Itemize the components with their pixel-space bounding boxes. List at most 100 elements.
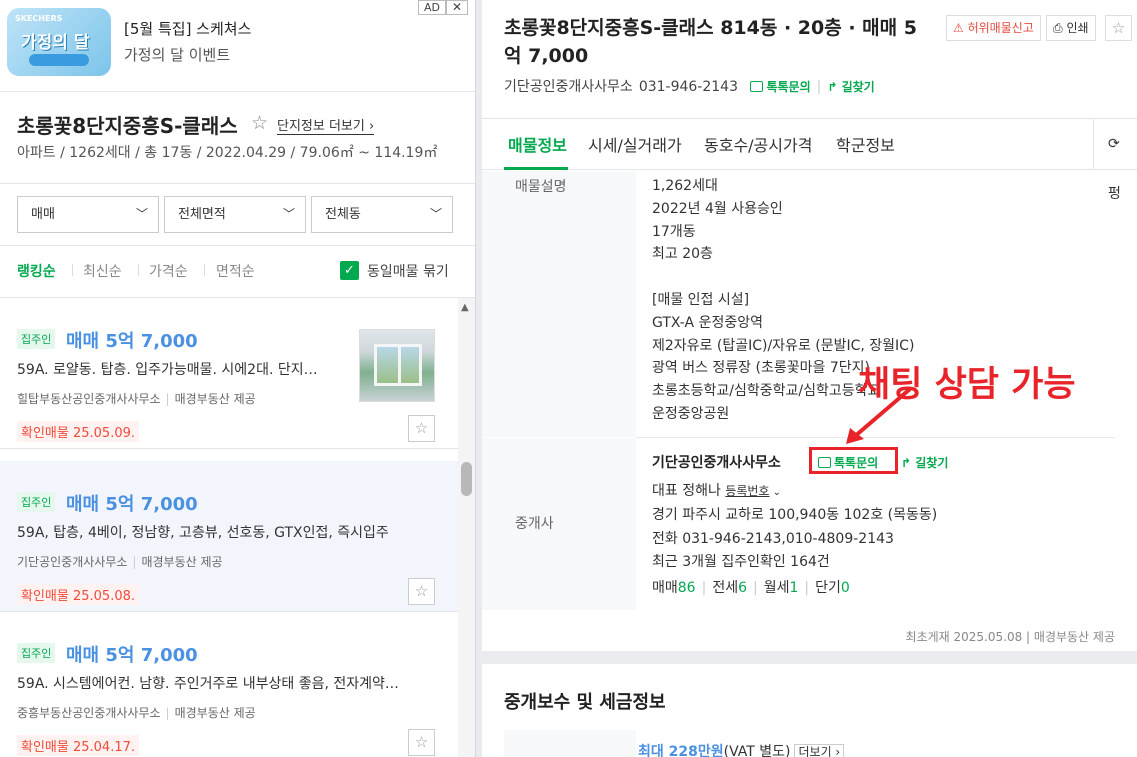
list-item[interactable]: 집주인 매매 5억 7,000 59A, 탑층, 4베이, 정남향, 고층뷰, … (0, 461, 458, 612)
sort-price[interactable]: 가격순 (149, 261, 188, 281)
annotation-arrow-icon (846, 387, 912, 444)
detail-body: 매물설명 1,262세대 2022년 4월 사용승인 17개동 최고 20층 [… (482, 171, 1137, 651)
favorite-star-icon[interactable]: ☆ (251, 112, 268, 134)
chevron-down-icon: ﹀ (135, 207, 148, 221)
listing-desc: 59A. 시스템에어컨. 남향. 주인거주로 내부상태 좋음, 전자계약… (17, 676, 399, 692)
chat-icon (750, 81, 764, 92)
listing-agency: 중흥부동산공인중개사사무소 | 매경부동산 제공 (17, 706, 256, 720)
tab-unit-price[interactable]: 동호수/공시가격 (704, 132, 812, 156)
fee-label (504, 730, 636, 757)
fee-value: 최대 228만원(VAT 별도) 더보기 › (638, 741, 845, 757)
list-item[interactable]: 집주인 매매 5억 7,000 59A. 시스템에어컨. 남향. 주인거주로 내… (0, 612, 458, 757)
sort-latest[interactable]: 최신순 (83, 261, 122, 281)
favorite-star-icon[interactable]: ☆ (1105, 15, 1132, 41)
list-scrollbar[interactable]: ▲ (458, 298, 475, 757)
active-tab-indicator (504, 167, 568, 170)
first-posted-note: 최초게재 2025.05.08 | 매경부동산 제공 (905, 630, 1115, 644)
siren-icon: ⚠ (953, 21, 964, 35)
ad-subtitle[interactable]: 가정의 달 이벤트 (124, 44, 230, 65)
refresh-button[interactable]: ⟳ 펑 (1093, 119, 1137, 202)
chevron-down-icon: ﹀ (282, 207, 295, 221)
sort-area[interactable]: 면적순 (216, 261, 255, 281)
divider (138, 264, 139, 276)
tab-price-history[interactable]: 시세/실거래가 (588, 132, 682, 156)
ad-label: AD (418, 0, 446, 15)
fee-section-title: 중개보수 및 세금정보 (504, 692, 666, 713)
building-select[interactable]: 전체동 ﹀ (311, 196, 453, 233)
complex-header: 초롱꽃8단지중흥S-클래스 ☆ 단지정보 더보기 › 아파트 / 1262세대 … (0, 92, 475, 184)
arrow-icon: ↱ (901, 456, 912, 470)
listing-photo[interactable] (359, 329, 435, 402)
favorite-star-icon[interactable]: ☆ (408, 415, 435, 442)
divider (204, 264, 205, 276)
agent-directions-link[interactable]: ↱ 길찾기 (901, 454, 948, 471)
agent-rep: 대표 정해나 등록번호 ⌄ (652, 483, 782, 499)
fee-more-button[interactable]: 더보기 › (794, 744, 845, 757)
favorite-star-icon[interactable]: ☆ (408, 729, 435, 756)
favorite-star-icon[interactable]: ☆ (408, 578, 435, 605)
owner-badge: 집주인 (17, 643, 56, 663)
listing-panel: SKECHERS 가정의 달 [5월 특집] 스케쳐스 가정의 달 이벤트 AD… (0, 0, 475, 757)
ad-close-button[interactable]: ✕ (446, 0, 468, 15)
talk-button[interactable]: 톡톡문의 (750, 80, 811, 94)
ad-thumbnail[interactable]: SKECHERS 가정의 달 (7, 8, 111, 76)
detail-tabs: 매물정보 시세/실거래가 동호수/공시가격 학군정보 ⟳ 펑 (482, 118, 1137, 202)
section-gap (482, 651, 1137, 664)
owner-badge: 집주인 (17, 492, 56, 512)
agent-recent: 최근 3개월 집주인확인 164건 (652, 554, 830, 570)
confirm-badge: 확인매물 25.04.17. (17, 735, 139, 756)
listing-price: 매매 5억 7,000 (66, 331, 198, 352)
office-phone[interactable]: 031-946-2143 (639, 79, 738, 95)
office-line: 기단공인중개사사무소 031-946-2143 톡톡문의 | ↱ 길찾기 (504, 79, 875, 95)
scroll-thumb[interactable] (461, 462, 472, 496)
print-icon: ⎙ (1053, 21, 1063, 35)
agent-phone: 전화 031-946-2143,010-4809-2143 (652, 531, 894, 547)
chevron-down-icon: ﹀ (429, 207, 442, 221)
tab-listing-info[interactable]: 매물정보 (508, 132, 567, 156)
refresh-icon: ⟳ (1108, 136, 1120, 152)
tab-school[interactable]: 학군정보 (836, 132, 895, 156)
area-select[interactable]: 전체면적 ﹀ (164, 196, 306, 233)
ad-thumb-ribbon (29, 54, 89, 66)
office-name: 기단공인중개사사무소 (504, 79, 633, 95)
trade-type-select[interactable]: 매매 ﹀ (17, 196, 159, 233)
listing-list: 집주인 매매 5억 7,000 59A. 로얄동. 탑층. 입주가능매물. 시에… (0, 298, 458, 757)
arrow-icon: ↱ (827, 80, 838, 94)
group-same-label[interactable]: 동일매물 묶기 (367, 261, 449, 281)
agent-name: 기단공인중개사사무소 (652, 455, 781, 471)
complex-info: 아파트 / 1262세대 / 총 17동 / 2022.04.29 / 79.0… (17, 145, 438, 161)
sort-ranking[interactable]: 랭킹순 (17, 261, 56, 281)
ad-title[interactable]: [5월 특집] 스케쳐스 (124, 18, 251, 39)
directions-link[interactable]: ↱ 길찾기 (827, 80, 874, 94)
confirm-badge: 확인매물 25.05.08. (17, 584, 139, 605)
panel-divider[interactable] (475, 0, 482, 757)
ad-thumb-title: 가정의 달 (21, 33, 90, 53)
report-button[interactable]: ⚠ 허위매물신고 (946, 15, 1041, 41)
listing-desc: 59A, 탑층, 4베이, 정남향, 고층뷰, 선호동, GTX인접, 즉시입주 (17, 525, 389, 541)
agent-label: 중개사 (482, 438, 636, 610)
desc-label: 매물설명 (482, 171, 636, 437)
owner-badge: 집주인 (17, 329, 56, 349)
agent-address: 경기 파주시 교하로 100,940동 102호 (목동동) (652, 507, 938, 523)
listing-price: 매매 5억 7,000 (66, 494, 198, 515)
ad-banner[interactable]: SKECHERS 가정의 달 [5월 특집] 스케쳐스 가정의 달 이벤트 AD… (0, 0, 475, 92)
chevron-down-icon: ⌄ (769, 487, 782, 498)
detail-title: 초롱꽃8단지중흥S-클래스 814동 · 20층 · 매매 5억 7,000 (504, 17, 917, 67)
annotation-highlight-box (809, 447, 898, 474)
listing-agency: 기단공인중개사사무소 | 매경부동산 제공 (17, 555, 223, 569)
listing-price: 매매 5억 7,000 (66, 645, 198, 666)
complex-name: 초롱꽃8단지중흥S-클래스 (17, 114, 238, 138)
filter-bar: 매매 ﹀ 전체면적 ﹀ 전체동 ﹀ (0, 184, 475, 246)
ad-thumb-brand: SKECHERS (15, 14, 63, 23)
sort-bar: 랭킹순 최신순 가격순 면적순 ✓ 동일매물 묶기 (0, 246, 475, 298)
agent-listing-counts: 매매86 | 전세6 | 월세1 | 단기0 (652, 580, 850, 596)
scroll-up-icon[interactable]: ▲ (461, 302, 469, 313)
divider (72, 264, 73, 276)
listing-desc: 59A. 로얄동. 탑층. 입주가능매물. 시에2대. 단지… (17, 362, 318, 378)
group-same-checkbox[interactable]: ✓ (340, 261, 359, 280)
list-item[interactable]: 집주인 매매 5억 7,000 59A. 로얄동. 탑층. 입주가능매물. 시에… (0, 298, 458, 449)
print-button[interactable]: ⎙ 인쇄 (1046, 15, 1096, 41)
complex-more-link[interactable]: 단지정보 더보기 › (277, 115, 375, 135)
listing-agency: 힐탑부동산공인중개사사무소 | 매경부동산 제공 (17, 392, 256, 406)
registration-link[interactable]: 등록번호 (725, 484, 769, 498)
